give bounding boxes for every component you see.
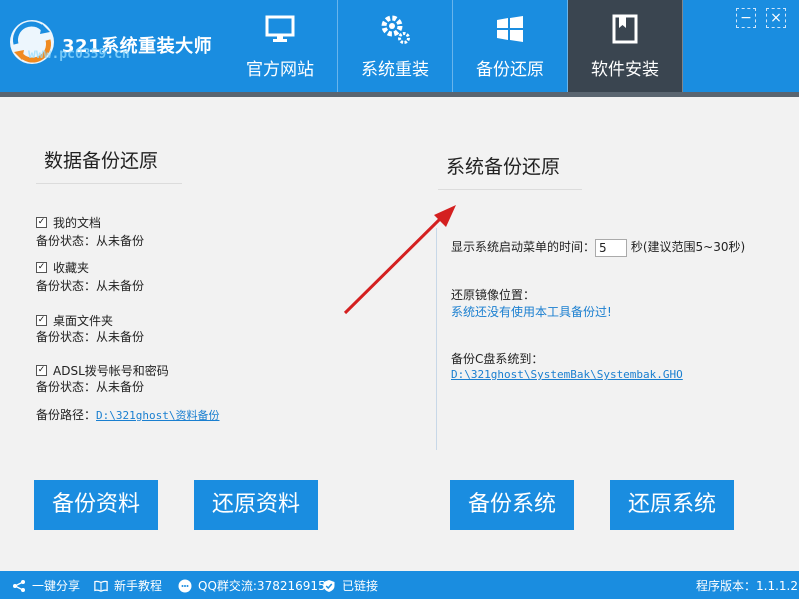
version-info: 程序版本：1.1.1.2 xyxy=(696,577,798,594)
close-button[interactable]: × xyxy=(766,8,786,28)
boot-menu-seconds-input[interactable]: 5 xyxy=(595,238,628,257)
backup-to-link[interactable]: D:\321ghost\SystemBak\Systembak.GHO xyxy=(451,368,683,381)
backup-data-button[interactable]: 备份资料 xyxy=(34,480,158,530)
share-link[interactable]: 一键分享 xyxy=(12,577,80,594)
backup-status: 备份状态：从未备份 xyxy=(36,234,145,248)
tab-label: 系统重装 xyxy=(361,60,429,80)
checkbox-adsl-account[interactable]: ✓ ADSL拨号帐号和密码 xyxy=(36,362,169,379)
checkbox-icon[interactable]: ✓ xyxy=(36,365,47,376)
gears-icon xyxy=(381,15,410,44)
tab-label: 软件安装 xyxy=(591,60,659,80)
checkbox-icon[interactable]: ✓ xyxy=(36,262,47,273)
windows-icon xyxy=(497,16,523,42)
checkbox-desktop-folder[interactable]: ✓ 桌面文件夹 xyxy=(36,312,113,329)
minimize-button[interactable]: − xyxy=(736,8,756,28)
monitor-icon xyxy=(265,15,295,42)
tab-software-install[interactable]: 软件安装 xyxy=(568,0,683,92)
data-backup-title: 数据备份还原 xyxy=(36,146,182,184)
header-divider xyxy=(0,92,799,97)
version-label: 程序版本：1.1.1.2 xyxy=(696,579,798,593)
checkbox-label: 收藏夹 xyxy=(53,261,90,275)
tab-system-reinstall[interactable]: 系统重装 xyxy=(338,0,453,92)
annotation-arrow-icon xyxy=(343,205,456,315)
checkbox-icon[interactable]: ✓ xyxy=(36,315,47,326)
qq-group-link[interactable]: QQ群交流:378216915 xyxy=(178,577,326,594)
backup-to-row: D:\321ghost\SystemBak\Systembak.GHO xyxy=(451,367,683,381)
chat-bubble-icon xyxy=(178,579,192,593)
share-icon xyxy=(12,579,26,593)
tab-label: 备份还原 xyxy=(476,60,544,80)
checkbox-my-documents[interactable]: ✓ 我的文档 xyxy=(36,214,101,231)
tutorial-link[interactable]: 新手教程 xyxy=(94,577,162,594)
checkbox-icon[interactable]: ✓ xyxy=(36,217,47,228)
tab-backup-restore[interactable]: 备份还原 xyxy=(453,0,568,92)
tab-official-website[interactable]: 官方网站 xyxy=(223,0,338,92)
image-location-value: 系统还没有使用本工具备份过! xyxy=(451,305,612,319)
watermark-text: www.pc0359.cn xyxy=(28,47,130,62)
restore-data-button[interactable]: 还原资料 xyxy=(194,480,318,530)
backup-to-label: 备份C盘系统到： xyxy=(451,352,544,366)
restore-system-button[interactable]: 还原系统 xyxy=(610,480,734,530)
qq-group-label: QQ群交流:378216915 xyxy=(198,579,326,593)
backup-status: 备份状态：从未备份 xyxy=(36,330,145,344)
boot-menu-label: 显示系统启动菜单的时间： xyxy=(451,240,596,254)
shield-check-icon xyxy=(322,579,336,593)
backup-path-row: 备份路径：D:\321ghost\资料备份 xyxy=(36,406,220,423)
checkbox-label: ADSL拨号帐号和密码 xyxy=(53,364,169,378)
backup-path-label: 备份路径： xyxy=(36,408,97,422)
connection-status: 已链接 xyxy=(322,577,378,594)
checkbox-label: 我的文档 xyxy=(53,216,102,230)
footer-bar: 一键分享 新手教程 QQ群交流:378216915 已链接 程序版本：1.1.1… xyxy=(0,571,799,599)
boot-menu-row: 显示系统启动菜单的时间： 5 秒(建议范围5~30秒) xyxy=(451,238,745,257)
share-label: 一键分享 xyxy=(32,579,81,593)
checkbox-label: 桌面文件夹 xyxy=(53,314,114,328)
header-bar: 321系统重装大师 www.pc0359.cn 官方网站 系统重装 备份还原 软… xyxy=(0,0,799,92)
tab-label: 官方网站 xyxy=(246,60,314,80)
book-icon xyxy=(612,14,638,44)
open-book-icon xyxy=(94,579,108,593)
connection-label: 已链接 xyxy=(342,579,379,593)
checkbox-favorites[interactable]: ✓ 收藏夹 xyxy=(36,259,89,276)
system-backup-title: 系统备份还原 xyxy=(438,152,582,190)
backup-path-link[interactable]: D:\321ghost\资料备份 xyxy=(96,409,219,422)
boot-menu-suffix: 秒(建议范围5~30秒) xyxy=(630,240,746,254)
backup-status: 备份状态：从未备份 xyxy=(36,279,145,293)
backup-status: 备份状态：从未备份 xyxy=(36,380,145,394)
tutorial-label: 新手教程 xyxy=(114,579,163,593)
backup-system-button[interactable]: 备份系统 xyxy=(450,480,574,530)
